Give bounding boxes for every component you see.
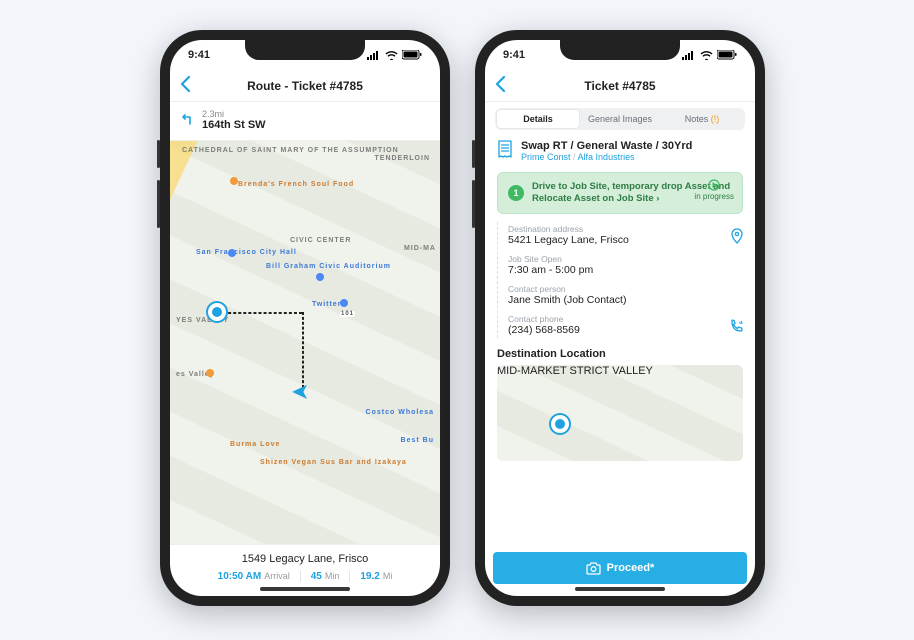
wifi-icon <box>700 51 713 60</box>
destination-address: 1549 Legacy Lane, Frisco <box>180 553 430 565</box>
ticket-icon <box>497 140 513 161</box>
hours-row: Job Site Open 7:30 am - 5:00 pm <box>508 254 743 276</box>
duration-metric: 45 Min <box>301 571 351 582</box>
page-title: Ticket #4785 <box>485 79 755 93</box>
map-poi-label: Bill Graham Civic Auditorium <box>266 263 391 270</box>
map-poi-label: Cathedral of Saint Mary of the Assumptio… <box>182 147 399 154</box>
step-card[interactable]: 1 Drive to Job Site, temporary drop Asse… <box>497 172 743 214</box>
map-poi-label: Brenda's French Soul Food <box>238 181 354 188</box>
proceed-button[interactable]: Proceed* <box>493 552 747 584</box>
map-poi-label: Twitter <box>312 301 341 308</box>
tab-notes[interactable]: Notes (!) <box>661 110 743 128</box>
tab-details[interactable]: Details <box>497 110 579 128</box>
step-status: in progress <box>694 179 734 201</box>
map-district-label: TENDERLOIN <box>375 155 431 162</box>
map-poi-label: Costco Wholesa <box>366 409 434 416</box>
cellular-icon <box>682 51 696 60</box>
section-title: Destination Location <box>497 348 743 360</box>
play-circle-icon <box>708 179 720 191</box>
map-district-label: VALLEY <box>612 365 653 377</box>
tab-general-images[interactable]: General Images <box>579 110 661 128</box>
wifi-icon <box>385 51 398 60</box>
route-distance: 2.3mi <box>202 109 266 119</box>
map-heading-arrow: ➤ <box>291 379 309 405</box>
phone-route: 9:41 Route - Ticket #4785 2.3mi <box>160 30 450 606</box>
destination-row: Destination address 5421 Legacy Lane, Fr… <box>508 224 743 246</box>
nav-bar: Route - Ticket #4785 <box>170 70 440 102</box>
map-poi-label: Best Bu <box>401 437 434 444</box>
status-time: 9:41 <box>188 49 210 61</box>
arrival-metric: 10:50 AM Arrival <box>208 571 301 582</box>
map-poi-label: Burma Love <box>230 441 280 448</box>
segmented-control: Details General Images Notes (!) <box>495 108 745 130</box>
contact-row: Contact person Jane Smith (Job Contact) <box>508 284 743 306</box>
destination-map[interactable]: MID-MARKET STRICT VALLEY <box>497 365 743 461</box>
phone-ticket: 9:41 Ticket #4785 Details General Images… <box>475 30 765 606</box>
ticket-header: Swap RT / General Waste / 30Yrd Prime Co… <box>485 138 755 168</box>
proceed-label: Proceed* <box>607 562 655 574</box>
camera-icon <box>586 562 601 575</box>
ticket-title: Swap RT / General Waste / 30Yrd <box>521 140 692 152</box>
map-pin-icon[interactable] <box>729 228 745 247</box>
status-indicators <box>682 50 737 60</box>
phone-row: Contact phone (234) 568-8569 <box>508 314 743 336</box>
cellular-icon <box>367 51 381 60</box>
map-poi-label: San Francisco City Hall <box>196 249 297 256</box>
map-district-label: MID-MA <box>404 245 436 252</box>
map-origin-marker <box>208 303 226 321</box>
battery-icon <box>402 50 422 60</box>
map-district-label: CIVIC CENTER <box>290 237 351 244</box>
map-district-label: MID-MARKET <box>497 365 566 377</box>
customer-link[interactable]: Prime Const <box>521 152 571 162</box>
route-street: 164th St SW <box>202 119 266 131</box>
page-title: Route - Ticket #4785 <box>170 79 440 93</box>
phone-icon[interactable] <box>729 318 745 337</box>
route-map[interactable]: Cathedral of Saint Mary of the Assumptio… <box>170 141 440 544</box>
map-poi-label: Shizen Vegan Sus Bar and Izakaya <box>260 459 407 466</box>
status-indicators <box>367 50 422 60</box>
destination-marker <box>551 415 569 433</box>
distance-metric: 19.2 Mi <box>350 571 402 582</box>
status-time: 9:41 <box>503 49 525 61</box>
detail-list: Destination address 5421 Legacy Lane, Fr… <box>497 222 743 338</box>
site-link[interactable]: Alfa Industries <box>578 152 635 162</box>
step-number: 1 <box>508 185 524 201</box>
turn-left-icon <box>180 112 194 129</box>
route-shield: 101 <box>340 311 355 317</box>
nav-bar: Ticket #4785 <box>485 70 755 102</box>
map-district-label: STRICT <box>570 365 610 377</box>
route-summary: 2.3mi 164th St SW <box>170 102 440 141</box>
notes-alert-badge: (!) <box>711 114 720 124</box>
battery-icon <box>717 50 737 60</box>
